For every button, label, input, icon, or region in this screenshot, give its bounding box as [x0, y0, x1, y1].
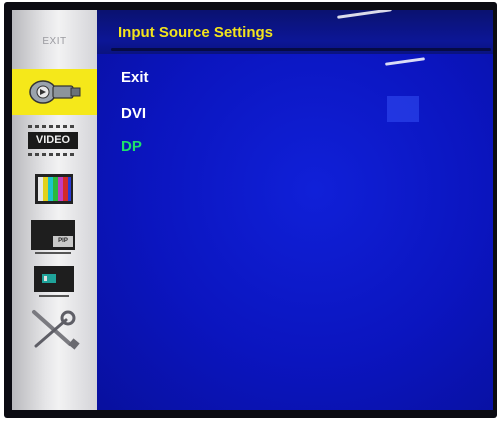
- screen-reflection: [387, 96, 419, 122]
- sidebar-item-input-source[interactable]: [12, 69, 97, 115]
- pip-label: PIP: [53, 236, 73, 247]
- tools-icon: [32, 310, 80, 350]
- input-source-icon: [28, 80, 80, 104]
- osd-main-panel: Input Source Settings Exit DVI DP: [97, 10, 493, 410]
- title-bar: Input Source Settings: [97, 10, 493, 54]
- sidebar-item-color[interactable]: [22, 170, 86, 210]
- display-position-icon: [34, 266, 74, 297]
- menu-item-dp[interactable]: DP: [121, 138, 142, 155]
- osd-sidebar: EXIT VIDEO PIP: [12, 10, 97, 410]
- color-bars-icon: [35, 174, 73, 204]
- menu-item-dvi[interactable]: DVI: [121, 105, 146, 122]
- page-title: Input Source Settings: [118, 24, 274, 41]
- video-icon: VIDEO: [24, 125, 84, 159]
- sidebar-item-tools[interactable]: [22, 310, 86, 350]
- menu-item-exit[interactable]: Exit: [121, 69, 149, 86]
- title-divider: [111, 48, 491, 51]
- sidebar-item-video[interactable]: VIDEO: [22, 122, 86, 162]
- sidebar-item-display[interactable]: [22, 262, 86, 302]
- screen-glare: [384, 57, 426, 66]
- sidebar-exit-label[interactable]: EXIT: [12, 36, 97, 47]
- video-label: VIDEO: [28, 132, 78, 149]
- pip-icon: PIP: [29, 220, 79, 256]
- sidebar-item-pip[interactable]: PIP: [22, 218, 86, 258]
